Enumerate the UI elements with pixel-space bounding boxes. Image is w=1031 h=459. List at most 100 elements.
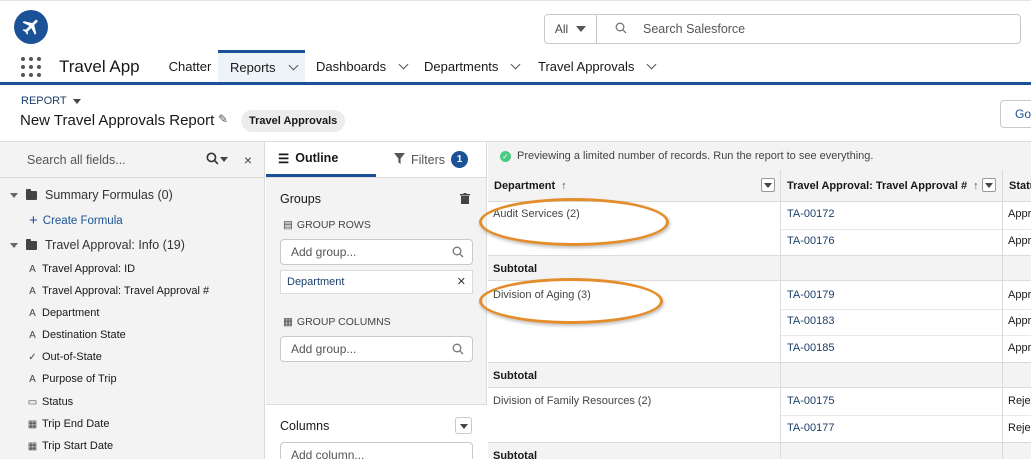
field-item[interactable]: A Travel Approval: Travel Approval # [27, 285, 209, 297]
header-action-button[interactable]: Go [1000, 100, 1031, 128]
travel-approval-info-folder[interactable]: Travel Approval: Info (19) [10, 238, 185, 252]
field-item[interactable]: A Department [27, 307, 99, 319]
status-cell: Rejec [1008, 395, 1031, 407]
column-header-label: Travel Approval: Travel Approval # [787, 180, 968, 192]
list-icon: ☰ [278, 151, 290, 166]
trash-icon[interactable] [460, 193, 470, 207]
record-link[interactable]: TA-00176 [787, 235, 835, 247]
chevron-down-icon[interactable] [646, 59, 657, 69]
tab-filters[interactable]: Filters 1 [376, 142, 486, 177]
report-preview: ✓ Previewing a limited number of records… [479, 142, 1031, 459]
field-label: Status [42, 396, 74, 408]
search-scope-dropdown[interactable]: All [545, 15, 597, 43]
create-formula-label: Create Formula [42, 214, 123, 227]
column-header-label: Department [494, 180, 556, 192]
app-name: Travel App [59, 57, 140, 76]
field-item[interactable]: A Destination State [27, 329, 126, 341]
airplane-logo-icon[interactable] [14, 10, 48, 44]
field-item[interactable]: ▦ Trip End Date [27, 418, 110, 430]
nav-item-travel-approvals[interactable]: Travel Approvals [538, 50, 657, 82]
search-icon [615, 22, 627, 37]
close-icon[interactable]: × [244, 152, 252, 168]
field-search-placeholder: Search all fields... [27, 152, 126, 167]
chevron-down-icon[interactable] [510, 59, 521, 69]
folder-label: Travel Approval: Info (19) [45, 238, 185, 252]
group-rows-text: GROUP ROWS [296, 219, 371, 231]
tab-label: Filters [411, 152, 446, 167]
text-icon: A [29, 307, 36, 319]
column-header-travel-approval-number[interactable]: Travel Approval: Travel Approval # ↑ [781, 170, 1002, 202]
field-label: Out-of-State [42, 351, 102, 363]
caret-down-icon [764, 183, 772, 188]
calendar-icon: ▦ [27, 440, 38, 452]
add-column-input[interactable]: Add column... [280, 442, 473, 459]
tab-outline[interactable]: ☰ Outline [266, 142, 377, 177]
nav-item-label: Chatter [168, 58, 212, 74]
caret-down-icon [985, 183, 993, 188]
record-link[interactable]: TA-00175 [787, 395, 835, 407]
fields-panel: Search all fields... × Summary Formulas … [0, 142, 265, 459]
column-menu-button[interactable] [761, 178, 775, 192]
status-cell: Appr [1008, 315, 1031, 327]
status-cell: Appr [1008, 342, 1031, 354]
preview-notice-text: Previewing a limited number of records. … [517, 150, 874, 162]
row-divider [781, 335, 1031, 336]
column-header-status[interactable]: Statu [1003, 170, 1031, 202]
field-search-input[interactable]: Search all fields... × [0, 142, 264, 178]
create-formula-link[interactable]: + Create Formula [29, 212, 123, 229]
record-link[interactable]: TA-00172 [787, 208, 835, 220]
column-menu-button[interactable] [982, 178, 996, 192]
row-divider [781, 309, 1031, 310]
group-label: Division of Family Resources (2) [493, 395, 652, 407]
nav-item-chatter[interactable]: Chatter [162, 50, 218, 82]
row-group-label: Department [287, 276, 345, 288]
chevron-down-icon[interactable] [288, 60, 298, 71]
columns-menu-button[interactable] [455, 417, 472, 434]
app-launcher-icon[interactable] [21, 57, 41, 77]
annotation-oval [479, 198, 669, 246]
outline-tabs: ☰ Outline Filters 1 [266, 142, 486, 178]
caret-down-icon [576, 26, 587, 32]
nav-item-departments[interactable]: Departments [424, 50, 521, 82]
search-input[interactable]: Search Salesforce [597, 15, 1020, 43]
add-group-columns-input[interactable]: Add group... [280, 336, 473, 362]
row-group-chip[interactable]: Department ✕ [280, 270, 473, 294]
calendar-icon: ▦ [27, 418, 38, 430]
status-cell: Appr [1008, 208, 1031, 220]
record-link[interactable]: TA-00183 [787, 315, 835, 327]
record-link[interactable]: TA-00179 [787, 289, 835, 301]
nav-item-dashboards[interactable]: Dashboards [316, 50, 409, 82]
status-cell: Appr [1008, 289, 1031, 301]
report-type-label: REPORT [21, 95, 67, 107]
picklist-icon: ▭ [27, 396, 38, 408]
expand-triangle-icon [10, 192, 18, 198]
summary-formulas-folder[interactable]: Summary Formulas (0) [10, 188, 173, 202]
folder-icon [26, 238, 37, 250]
column-divider [1002, 170, 1003, 459]
text-icon: A [29, 373, 36, 385]
search-icon[interactable] [206, 151, 219, 168]
search-icon [452, 240, 464, 272]
remove-icon[interactable]: ✕ [457, 271, 466, 293]
outline-panel: ☰ Outline Filters 1 Groups ▤ GROUP ROWS … [266, 142, 487, 459]
nav-item-reports[interactable]: Reports [218, 50, 305, 82]
columns-section: Columns Add column... [266, 404, 487, 459]
record-link[interactable]: TA-00185 [787, 342, 835, 354]
caret-down-icon[interactable] [219, 157, 228, 162]
field-item[interactable]: ▭ Status [27, 396, 73, 408]
search-icon [452, 337, 464, 369]
add-group-rows-input[interactable]: Add group... [280, 239, 473, 265]
report-type-menu[interactable]: REPORT [21, 95, 81, 107]
report-header: REPORT New Travel Approvals Report ✎ Tra… [0, 88, 1031, 142]
field-item[interactable]: A Travel Approval: ID [27, 263, 135, 275]
field-item[interactable]: ▦ Trip Start Date [27, 440, 113, 452]
group-rows-label: ▤ GROUP ROWS [283, 219, 371, 231]
columns-title: Columns [280, 419, 330, 433]
record-link[interactable]: TA-00177 [787, 422, 835, 434]
field-item[interactable]: ✓ Out-of-State [27, 351, 102, 363]
edit-pencil-icon[interactable]: ✎ [218, 112, 228, 126]
chevron-down-icon[interactable] [398, 59, 409, 69]
filter-icon [394, 152, 406, 167]
column-header-department[interactable]: Department ↑ [488, 170, 780, 202]
field-item[interactable]: A Purpose of Trip [27, 373, 116, 385]
